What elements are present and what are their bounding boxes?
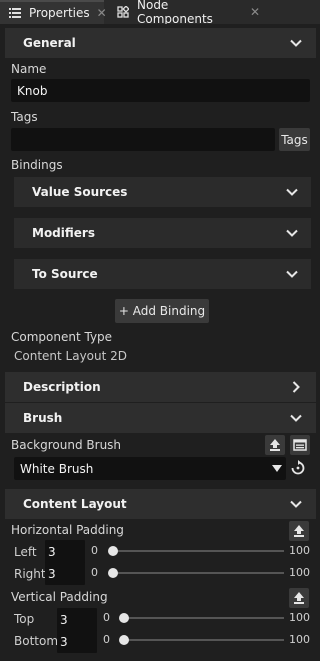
tab-properties[interactable]: Properties ✕ (0, 0, 107, 24)
tab-node-components[interactable]: Node Components ✕ (108, 0, 260, 26)
padding-top-min: 0 (103, 611, 110, 624)
close-icon[interactable]: ✕ (250, 5, 260, 19)
chevron-down-icon (290, 500, 302, 508)
padding-left-max: 100 (289, 544, 310, 557)
add-binding-button[interactable]: + Add Binding (115, 299, 209, 323)
bindings-to-source[interactable]: To Source (14, 259, 311, 289)
padding-left-min: 0 (91, 544, 98, 557)
sub-title: Modifiers (32, 226, 95, 240)
padding-top-slider-knob[interactable] (119, 613, 129, 623)
bindings-value-sources[interactable]: Value Sources (14, 177, 311, 207)
padding-right-slider-knob[interactable] (108, 568, 118, 578)
list-icon (9, 7, 21, 19)
tags-button[interactable]: Tags (279, 128, 310, 151)
padding-bottom-slider[interactable] (124, 639, 284, 641)
padding-right-max: 100 (289, 566, 310, 579)
resource-browser-icon[interactable] (290, 435, 310, 455)
bindings-modifiers[interactable]: Modifiers (14, 218, 311, 248)
padding-left-input[interactable]: 3 (45, 540, 85, 563)
padding-bottom-slider-knob[interactable] (119, 635, 129, 645)
tab-label: Node Components (137, 0, 213, 26)
background-brush-select[interactable]: White Brush (14, 457, 286, 480)
properties-panel: General Name Knob Tags Tags Bindings Val… (0, 24, 320, 661)
padding-left-slider-knob[interactable] (108, 546, 118, 556)
section-description[interactable]: Description (5, 372, 316, 402)
sub-title: Value Sources (32, 185, 128, 199)
padding-top-slider[interactable] (124, 617, 284, 619)
chevron-down-icon (286, 270, 298, 278)
padding-left-slider[interactable] (113, 550, 284, 552)
upload-icon[interactable] (289, 521, 309, 541)
padding-top-input[interactable]: 3 (57, 608, 97, 631)
close-icon[interactable]: ✕ (97, 6, 107, 20)
padding-bottom-input[interactable]: 3 (57, 630, 97, 653)
section-title: Description (23, 380, 101, 394)
vertical-padding-label: Vertical Padding (11, 590, 108, 604)
dropdown-arrow-icon (272, 465, 282, 472)
horizontal-padding-label: Horizontal Padding (11, 523, 124, 537)
padding-left-label: Left (14, 545, 37, 559)
section-general[interactable]: General (5, 28, 316, 58)
chevron-down-icon (290, 39, 302, 47)
padding-right-label: Right (14, 567, 46, 581)
section-title: General (23, 36, 76, 50)
padding-right-min: 0 (91, 566, 98, 579)
tab-bar: Properties ✕ Node Components ✕ (0, 0, 320, 26)
name-field[interactable]: Knob (11, 79, 310, 102)
component-type-value: Content Layout 2D (14, 349, 128, 363)
sub-title: To Source (32, 267, 98, 281)
section-title: Brush (23, 411, 63, 425)
padding-top-max: 100 (289, 611, 310, 624)
name-label: Name (11, 62, 47, 76)
section-title: Content Layout (23, 497, 127, 511)
background-brush-label: Background Brush (11, 438, 122, 452)
background-brush-value: White Brush (20, 461, 94, 476)
tags-field[interactable] (11, 128, 275, 151)
upload-icon[interactable] (265, 435, 285, 455)
section-brush[interactable]: Brush (5, 403, 316, 433)
section-content-layout[interactable]: Content Layout (5, 489, 316, 519)
tags-label: Tags (11, 110, 38, 124)
chevron-down-icon (286, 229, 298, 237)
node-components-icon (117, 5, 130, 18)
upload-icon[interactable] (289, 588, 309, 608)
padding-bottom-max: 100 (289, 633, 310, 646)
padding-right-slider[interactable] (113, 572, 284, 574)
component-type-label: Component Type (11, 330, 113, 344)
tab-label: Properties (29, 6, 90, 20)
chevron-down-icon (290, 414, 302, 422)
padding-top-label: Top (14, 612, 35, 626)
padding-bottom-min: 0 (103, 633, 110, 646)
reset-icon[interactable] (290, 460, 306, 476)
chevron-right-icon (292, 381, 300, 393)
padding-bottom-label: Bottom (14, 634, 59, 648)
padding-right-input[interactable]: 3 (45, 562, 85, 585)
bindings-label: Bindings (11, 158, 63, 172)
chevron-down-icon (286, 188, 298, 196)
